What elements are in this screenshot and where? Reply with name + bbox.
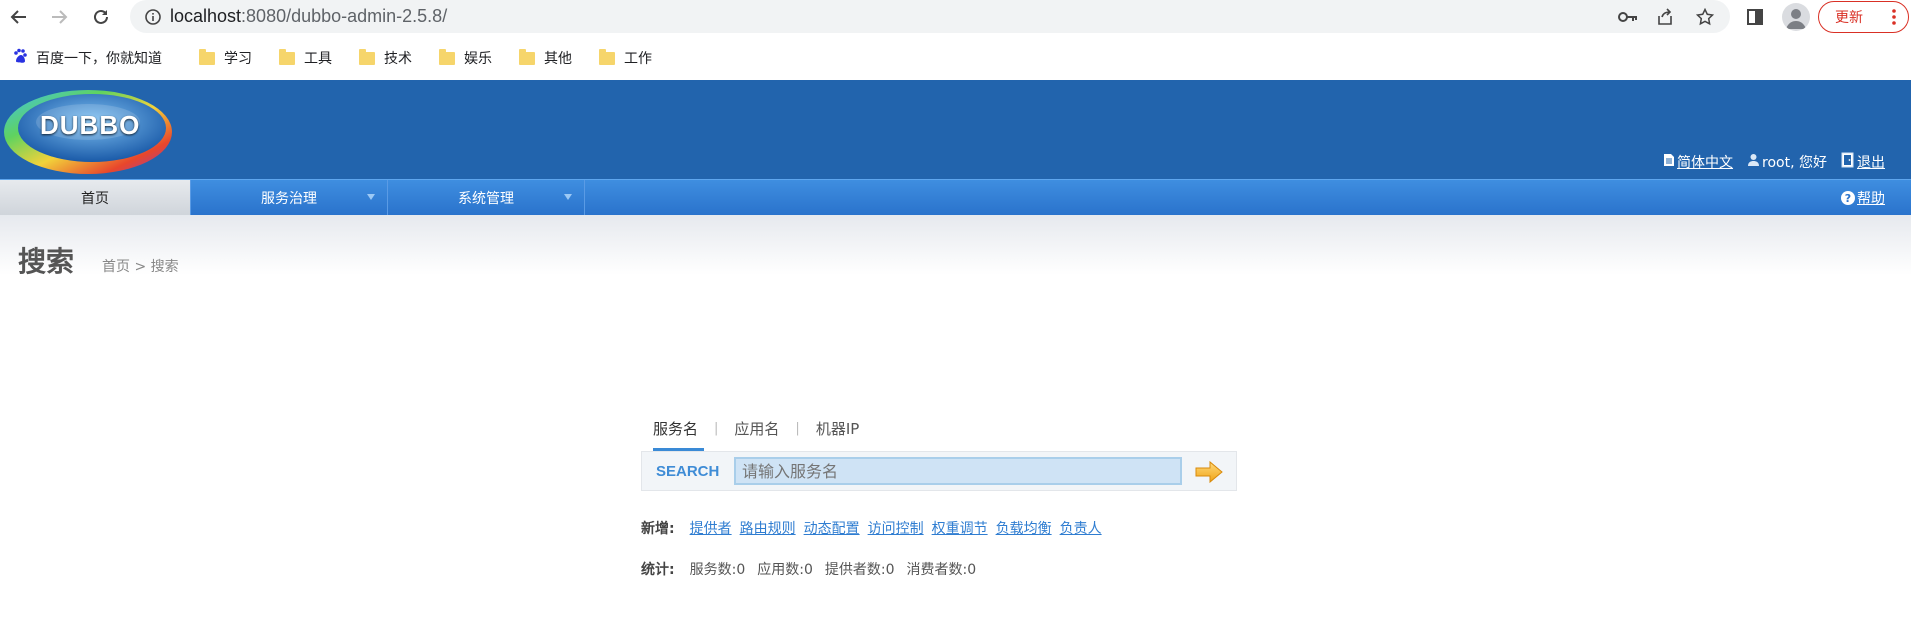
main-menu: 首页 服务治理 系统管理 ? 帮助 — [0, 179, 1911, 216]
bookmark-label: 百度一下，你就知道 — [36, 51, 162, 67]
search-input[interactable] — [734, 457, 1182, 485]
document-icon — [1663, 153, 1675, 171]
logout-link[interactable]: 退出 — [1857, 152, 1885, 172]
add-owner-link[interactable]: 负责人 — [1060, 518, 1102, 538]
help[interactable]: ? 帮助 — [1841, 188, 1885, 208]
dropdown-caret-icon — [564, 194, 572, 200]
share-icon[interactable] — [1654, 6, 1676, 28]
bookmark-folder-study[interactable]: 学习 — [199, 48, 252, 68]
more-menu-icon[interactable] — [1892, 9, 1896, 29]
url-text: localhost:8080/dubbo-admin-2.5.8/ — [170, 6, 447, 27]
bookmark-folder-other[interactable]: 其他 — [519, 48, 572, 68]
update-button[interactable]: 更新 — [1818, 1, 1909, 33]
tab-application-name[interactable]: 应用名 — [728, 418, 785, 439]
address-bar[interactable]: localhost:8080/dubbo-admin-2.5.8/ — [130, 0, 1730, 33]
stat-service-count: 服务数:0 — [689, 562, 746, 578]
breadcrumb: 首页 > 搜索 — [102, 259, 179, 275]
reload-icon[interactable] — [88, 4, 114, 30]
bookmark-star-icon[interactable] — [1694, 6, 1716, 28]
folder-icon — [199, 48, 215, 65]
bookmark-label: 工具 — [304, 51, 332, 67]
user-greeting: root, 您好 — [1762, 155, 1827, 171]
language-link[interactable]: 简体中文 — [1677, 152, 1733, 172]
admin-header: DUBBO 简体中文 root, 您好 退出 — [0, 80, 1911, 179]
add-weight-adjust-link[interactable]: 权重调节 — [932, 518, 988, 538]
bookmark-folder-tools[interactable]: 工具 — [279, 48, 332, 68]
add-route-rule-link[interactable]: 路由规则 — [740, 518, 796, 538]
language-switch[interactable]: 简体中文 — [1663, 152, 1733, 172]
help-link[interactable]: 帮助 — [1857, 188, 1885, 208]
add-provider-link[interactable]: 提供者 — [690, 518, 732, 538]
bookmark-baidu[interactable]: 百度一下，你就知道 — [12, 48, 162, 68]
logo-text: DUBBO — [40, 110, 141, 140]
folder-icon — [519, 48, 535, 65]
key-icon[interactable] — [1617, 6, 1639, 28]
menu-label: 系统管理 — [458, 191, 514, 207]
menu-divider — [584, 180, 585, 216]
bookmark-folder-tech[interactable]: 技术 — [359, 48, 412, 68]
browser-toolbar: localhost:8080/dubbo-admin-2.5.8/ 更新 — [0, 0, 1911, 33]
bookmark-folder-work[interactable]: 工作 — [599, 48, 652, 68]
header-links: 简体中文 root, 您好 退出 — [1649, 152, 1885, 172]
bookmarks-bar: 百度一下，你就知道 学习 工具 技术 娱乐 其他 工作 — [0, 42, 1911, 72]
add-load-balance-link[interactable]: 负载均衡 — [996, 518, 1052, 538]
stat-consumer-count: 消费者数:0 — [906, 562, 977, 578]
logout-door-icon — [1841, 152, 1855, 172]
stat-provider-count: 提供者数:0 — [824, 562, 895, 578]
update-label: 更新 — [1835, 10, 1863, 26]
forward-icon[interactable] — [46, 4, 72, 30]
folder-icon — [439, 48, 455, 65]
folder-icon — [279, 48, 295, 65]
logout[interactable]: 退出 — [1841, 152, 1885, 172]
site-info-icon[interactable] — [144, 8, 162, 30]
quick-add-label: 新增: — [641, 521, 675, 537]
search-box: SEARCH — [641, 451, 1237, 491]
bookmark-label: 学习 — [224, 51, 252, 67]
tab-machine-ip[interactable]: 机器IP — [810, 418, 865, 439]
statistics: 统计: 服务数:0 应用数:0 提供者数:0 消费者数:0 — [641, 559, 988, 579]
bookmark-label: 娱乐 — [464, 51, 492, 67]
statistics-label: 统计: — [641, 562, 675, 578]
menu-item-system-management[interactable]: 系统管理 — [388, 180, 584, 216]
stat-application-count: 应用数:0 — [757, 562, 813, 578]
user-icon — [1747, 153, 1760, 171]
add-access-control-link[interactable]: 访问控制 — [868, 518, 924, 538]
menu-label: 服务治理 — [261, 191, 317, 207]
menu-label: 首页 — [81, 191, 109, 207]
dropdown-caret-icon — [367, 194, 375, 200]
help-icon: ? — [1841, 191, 1855, 205]
side-panel-icon[interactable] — [1742, 4, 1768, 30]
add-dynamic-config-link[interactable]: 动态配置 — [804, 518, 860, 538]
bookmark-label: 工作 — [624, 51, 652, 67]
bookmark-label: 技术 — [384, 51, 412, 67]
profile-avatar-icon[interactable] — [1782, 3, 1810, 31]
bookmark-folder-entertainment[interactable]: 娱乐 — [439, 48, 492, 68]
url-path: :8080/dubbo-admin-2.5.8/ — [241, 6, 448, 26]
title-band — [0, 215, 1911, 275]
menu-item-home[interactable]: 首页 — [0, 180, 190, 216]
bookmark-label: 其他 — [544, 51, 572, 67]
tab-service-name[interactable]: 服务名 — [647, 418, 705, 451]
tab-separator: | — [795, 421, 800, 436]
folder-icon — [359, 48, 375, 65]
back-icon[interactable] — [6, 4, 32, 30]
page-title: 搜索 — [18, 245, 75, 278]
folder-icon — [599, 48, 615, 65]
search-tabs: 服务名 | 应用名 | 机器IP — [647, 418, 865, 451]
baidu-paw-icon — [12, 48, 28, 68]
search-arrow-icon[interactable] — [1194, 460, 1224, 484]
menu-item-service-governance[interactable]: 服务治理 — [191, 180, 387, 216]
tab-separator: | — [714, 421, 719, 436]
user-info: root, 您好 — [1747, 152, 1827, 172]
search-label: SEARCH — [656, 463, 720, 480]
url-host: localhost — [170, 6, 242, 26]
quick-add: 新增: 提供者 路由规则 动态配置 访问控制 权重调节 负载均衡 负责人 — [641, 518, 1110, 538]
